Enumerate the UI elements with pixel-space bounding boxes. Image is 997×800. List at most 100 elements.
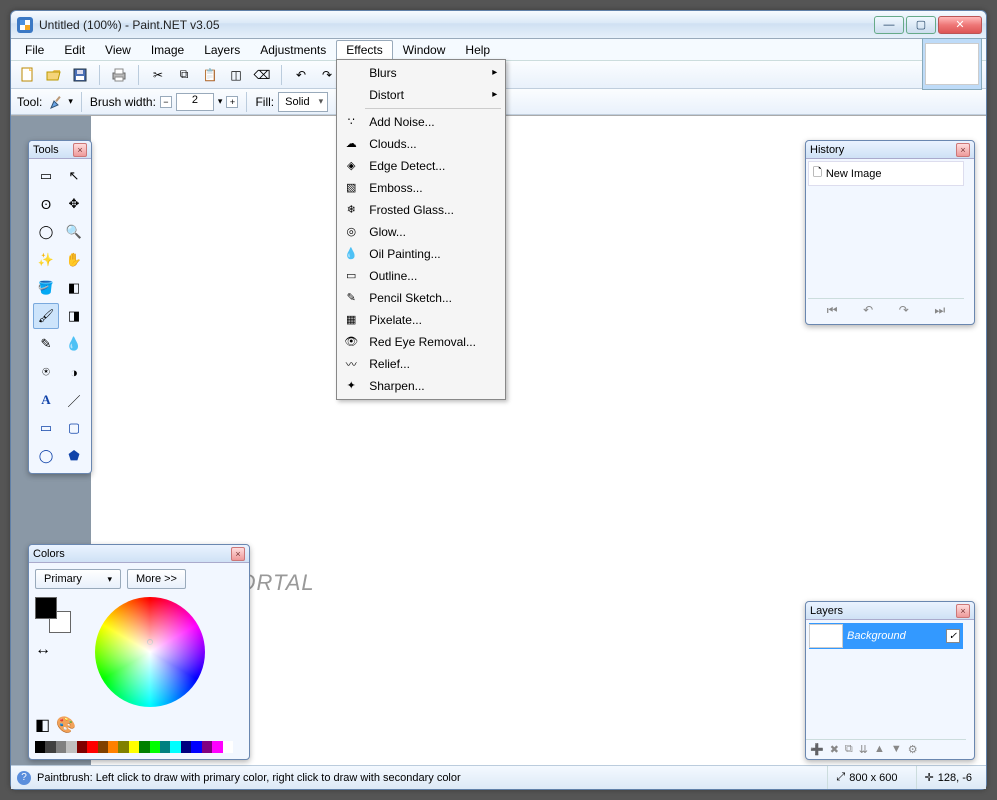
redo-button[interactable]: ↷ bbox=[316, 64, 338, 86]
brush-width-increment[interactable]: + bbox=[226, 96, 238, 108]
tool-gradient[interactable]: ◧ bbox=[61, 275, 87, 301]
menu-view[interactable]: View bbox=[95, 40, 141, 60]
layer-merge-icon[interactable]: ⇊ bbox=[859, 743, 868, 756]
menu-edit[interactable]: Edit bbox=[54, 40, 95, 60]
swap-colors-icon[interactable]: ↔ bbox=[35, 641, 51, 659]
layer-up-icon[interactable]: ▲ bbox=[874, 743, 885, 756]
swatch[interactable] bbox=[118, 741, 128, 753]
swatch[interactable] bbox=[66, 741, 76, 753]
fx-frosted-glass[interactable]: ❄Frosted Glass... bbox=[339, 199, 503, 221]
tool-paintbrush[interactable]: 🖌 bbox=[33, 303, 59, 329]
tool-line[interactable]: ／ bbox=[61, 387, 87, 413]
menu-effects[interactable]: Effects bbox=[336, 40, 392, 60]
fx-oil-painting[interactable]: 💧Oil Painting... bbox=[339, 243, 503, 265]
menu-layers[interactable]: Layers bbox=[194, 40, 250, 60]
color-wheel[interactable] bbox=[95, 597, 205, 707]
fill-dropdown[interactable]: Solid bbox=[278, 92, 328, 112]
tool-move-selection[interactable]: ↖ bbox=[61, 163, 87, 189]
new-button[interactable] bbox=[17, 64, 39, 86]
swatch[interactable] bbox=[77, 741, 87, 753]
menu-adjustments[interactable]: Adjustments bbox=[250, 40, 336, 60]
print-button[interactable] bbox=[108, 64, 130, 86]
colors-palette[interactable]: Colors× Primary▾ More >> ↔ ◧ 🎨 bbox=[28, 544, 250, 760]
open-button[interactable] bbox=[43, 64, 65, 86]
fx-emboss[interactable]: ▧Emboss... bbox=[339, 177, 503, 199]
swatch[interactable] bbox=[150, 741, 160, 753]
fx-blurs[interactable]: Blurs▸ bbox=[339, 62, 503, 84]
bw-swatch-icon[interactable]: ◧ bbox=[35, 715, 50, 735]
history-redo-icon[interactable]: ↷ bbox=[899, 303, 909, 318]
paste-button[interactable]: 📋 bbox=[199, 64, 221, 86]
current-tool-icon[interactable] bbox=[46, 91, 68, 113]
maximize-button[interactable]: ▢ bbox=[906, 16, 936, 34]
brush-width-decrement[interactable]: − bbox=[160, 96, 172, 108]
tool-color-picker[interactable]: 💧 bbox=[61, 331, 87, 357]
effects-menu[interactable]: Blurs▸Distort▸∵Add Noise...☁Clouds...◈Ed… bbox=[336, 59, 506, 400]
colors-mode-dropdown[interactable]: Primary▾ bbox=[35, 569, 121, 589]
history-palette[interactable]: History× 🗋 New Image ⏮ ↶ ↷ ⏭ bbox=[805, 140, 975, 325]
layers-palette[interactable]: Layers× Background ✓ ➕ ✖ ⧉ ⇊ ▲ ▼ ⚙ bbox=[805, 601, 975, 760]
swatch[interactable] bbox=[223, 741, 233, 753]
swatch[interactable] bbox=[108, 741, 118, 753]
layer-add-icon[interactable]: ➕ bbox=[810, 743, 824, 756]
swatch[interactable] bbox=[139, 741, 149, 753]
tool-pan[interactable]: ✋ bbox=[61, 247, 87, 273]
palette-add-icon[interactable]: 🎨 bbox=[56, 715, 76, 735]
tool-recolor[interactable]: ◑ bbox=[61, 359, 87, 385]
tool-rectangle[interactable]: ▭ bbox=[33, 415, 59, 441]
layer-props-icon[interactable]: ⚙ bbox=[908, 743, 918, 756]
image-thumbnail[interactable] bbox=[922, 38, 982, 90]
swatch[interactable] bbox=[56, 741, 66, 753]
layer-down-icon[interactable]: ▼ bbox=[891, 743, 902, 756]
fx-red-eye-removal[interactable]: 👁Red Eye Removal... bbox=[339, 331, 503, 353]
primary-secondary-swatch[interactable] bbox=[35, 597, 71, 633]
swatch[interactable] bbox=[87, 741, 97, 753]
swatch[interactable] bbox=[181, 741, 191, 753]
save-button[interactable] bbox=[69, 64, 91, 86]
tool-pencil[interactable]: ✎ bbox=[33, 331, 59, 357]
close-button[interactable]: ✕ bbox=[938, 16, 982, 34]
tool-paint-bucket[interactable]: 🪣 bbox=[33, 275, 59, 301]
tool-clone-stamp[interactable]: ⍟ bbox=[33, 359, 59, 385]
fx-sharpen[interactable]: ✦Sharpen... bbox=[339, 375, 503, 397]
layer-row[interactable]: Background ✓ bbox=[809, 623, 963, 649]
menu-help[interactable]: Help bbox=[455, 40, 500, 60]
tool-magic-wand[interactable]: ✨ bbox=[33, 247, 59, 273]
swatch[interactable] bbox=[191, 741, 201, 753]
tool-rounded-rect[interactable]: ▢ bbox=[61, 415, 87, 441]
primary-color[interactable] bbox=[35, 597, 57, 619]
swatch[interactable] bbox=[129, 741, 139, 753]
swatch[interactable] bbox=[98, 741, 108, 753]
tool-eraser[interactable]: ◨ bbox=[61, 303, 87, 329]
menu-window[interactable]: Window bbox=[393, 40, 456, 60]
fx-pixelate[interactable]: ▦Pixelate... bbox=[339, 309, 503, 331]
history-close-icon[interactable]: × bbox=[956, 143, 970, 157]
copy-button[interactable]: ⧉ bbox=[173, 64, 195, 86]
history-item[interactable]: 🗋 New Image bbox=[808, 161, 964, 186]
tool-zoom[interactable]: 🔍 bbox=[61, 219, 87, 245]
fx-clouds[interactable]: ☁Clouds... bbox=[339, 133, 503, 155]
tool-ellipse[interactable]: ◯ bbox=[33, 443, 59, 469]
fx-distort[interactable]: Distort▸ bbox=[339, 84, 503, 106]
fx-relief[interactable]: 〰Relief... bbox=[339, 353, 503, 375]
layers-close-icon[interactable]: × bbox=[956, 604, 970, 618]
menu-file[interactable]: File bbox=[15, 40, 54, 60]
history-rewind-icon[interactable]: ⏮ bbox=[827, 303, 838, 318]
brush-width-value[interactable]: 2 bbox=[176, 93, 214, 111]
tools-close-icon[interactable]: × bbox=[73, 143, 87, 157]
colors-close-icon[interactable]: × bbox=[231, 547, 245, 561]
color-swatches[interactable] bbox=[35, 741, 233, 753]
history-forward-icon[interactable]: ⏭ bbox=[934, 303, 945, 318]
swatch[interactable] bbox=[212, 741, 222, 753]
menu-image[interactable]: Image bbox=[141, 40, 194, 60]
tool-freeform[interactable]: ⬟ bbox=[61, 443, 87, 469]
tool-move-pixels[interactable]: ✥ bbox=[61, 191, 87, 217]
tool-lasso[interactable]: ʘ bbox=[33, 191, 59, 217]
tool-text[interactable]: A bbox=[33, 387, 59, 413]
tool-ellipse-select[interactable]: ◯ bbox=[33, 219, 59, 245]
fx-glow[interactable]: ◎Glow... bbox=[339, 221, 503, 243]
swatch[interactable] bbox=[45, 741, 55, 753]
deselect-button[interactable]: ⌫ bbox=[251, 64, 273, 86]
crop-button[interactable]: ◫ bbox=[225, 64, 247, 86]
layer-delete-icon[interactable]: ✖ bbox=[830, 743, 839, 756]
